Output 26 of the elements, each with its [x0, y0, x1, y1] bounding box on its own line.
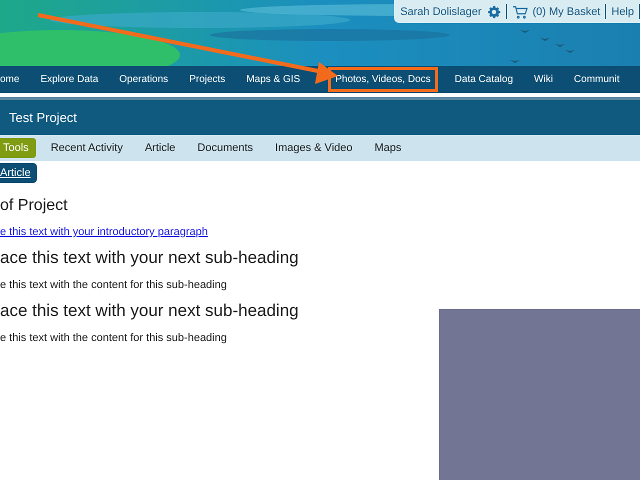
- article-button[interactable]: Article: [0, 163, 37, 183]
- help-link[interactable]: Help: [611, 6, 634, 18]
- nav-item[interactable]: Maps & GIS: [239, 67, 308, 92]
- paragraph: e this text with the content for this sub-heading: [0, 332, 227, 344]
- nav-item[interactable]: ome: [0, 67, 26, 92]
- intro-link[interactable]: e this text with your introductory paragraph: [0, 226, 208, 238]
- nav-item[interactable]: Communit: [566, 67, 626, 92]
- nav-item[interactable]: Data Catalog: [448, 67, 520, 92]
- nav-item[interactable]: Explore Data: [33, 67, 106, 92]
- section-heading: of Project: [0, 197, 68, 215]
- sub-heading: ace this text with your next sub-heading: [0, 248, 299, 268]
- sub-heading: ace this text with your next sub-heading: [0, 301, 299, 321]
- nav-item[interactable]: Operations: [112, 67, 176, 92]
- tab[interactable]: Maps: [368, 138, 408, 158]
- tab[interactable]: Recent Activity: [44, 138, 130, 158]
- cart-icon[interactable]: [512, 4, 528, 18]
- project-title: Test Project: [9, 110, 77, 125]
- nav-item[interactable]: Photos, Videos, Docs: [328, 67, 438, 92]
- tab[interactable]: Documents: [190, 138, 260, 158]
- tab[interactable]: Article: [138, 138, 182, 158]
- paragraph: e this text with the content for this sub-heading: [0, 279, 227, 291]
- settings-icon[interactable]: [486, 4, 501, 18]
- nav-item[interactable]: Projects: [182, 67, 232, 92]
- nav-item[interactable]: Wiki: [527, 67, 560, 92]
- basket-link[interactable]: (0) My Basket: [532, 6, 600, 18]
- tab[interactable]: Images & Video: [268, 138, 360, 158]
